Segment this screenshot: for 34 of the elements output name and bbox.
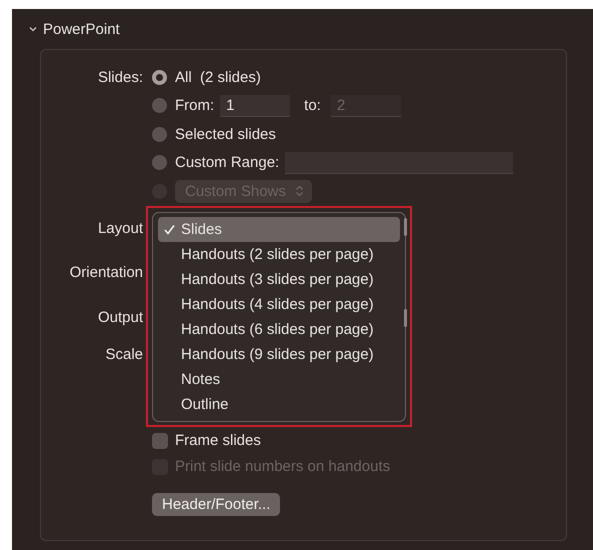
menu-item[interactable]: Handouts (2 slides per page) bbox=[158, 242, 400, 267]
checkbox-label: Frame slides bbox=[175, 432, 261, 449]
field-label: Orientation bbox=[70, 264, 143, 280]
checkmark-icon bbox=[164, 224, 175, 235]
menu-item[interactable]: Outline bbox=[158, 392, 400, 417]
up-down-arrows-icon bbox=[294, 185, 304, 198]
scroll-indicator bbox=[404, 218, 407, 236]
radio-button[interactable] bbox=[152, 70, 167, 85]
radio-button[interactable] bbox=[152, 155, 167, 170]
field-label: Scale bbox=[105, 346, 143, 363]
option-label: Selected slides bbox=[175, 126, 276, 143]
menu-item[interactable]: Handouts (3 slides per page) bbox=[158, 267, 400, 292]
menu-item[interactable]: Handouts (4 slides per page) bbox=[158, 292, 400, 317]
field-label: Slides: bbox=[98, 68, 143, 86]
checkbox[interactable] bbox=[152, 432, 168, 448]
option-label: All (2 slides) bbox=[175, 68, 261, 86]
menu-item[interactable]: Handouts (6 slides per page) bbox=[158, 317, 400, 342]
section-title: PowerPoint bbox=[43, 20, 120, 38]
header-footer-button[interactable]: Header/Footer... bbox=[152, 492, 280, 516]
menu-item[interactable]: Handouts (9 slides per page) bbox=[158, 342, 400, 367]
field-label: Layout bbox=[98, 220, 143, 237]
custom-range-field[interactable] bbox=[285, 152, 514, 174]
option-label: to: bbox=[304, 97, 321, 114]
radio-button[interactable] bbox=[152, 126, 167, 142]
from-field[interactable]: 1 bbox=[220, 94, 290, 117]
chevron-icon[interactable] bbox=[28, 24, 38, 34]
option-label: Custom Range: bbox=[175, 154, 280, 172]
menu-item[interactable]: Slides bbox=[158, 217, 400, 242]
scroll-indicator bbox=[404, 309, 407, 327]
field-label: Output bbox=[98, 308, 143, 326]
checkbox-label: Print slide numbers on handouts bbox=[175, 458, 390, 475]
menu-item[interactable]: Notes bbox=[158, 367, 400, 392]
radio-button[interactable] bbox=[152, 98, 167, 114]
option-label: From: bbox=[175, 97, 214, 114]
